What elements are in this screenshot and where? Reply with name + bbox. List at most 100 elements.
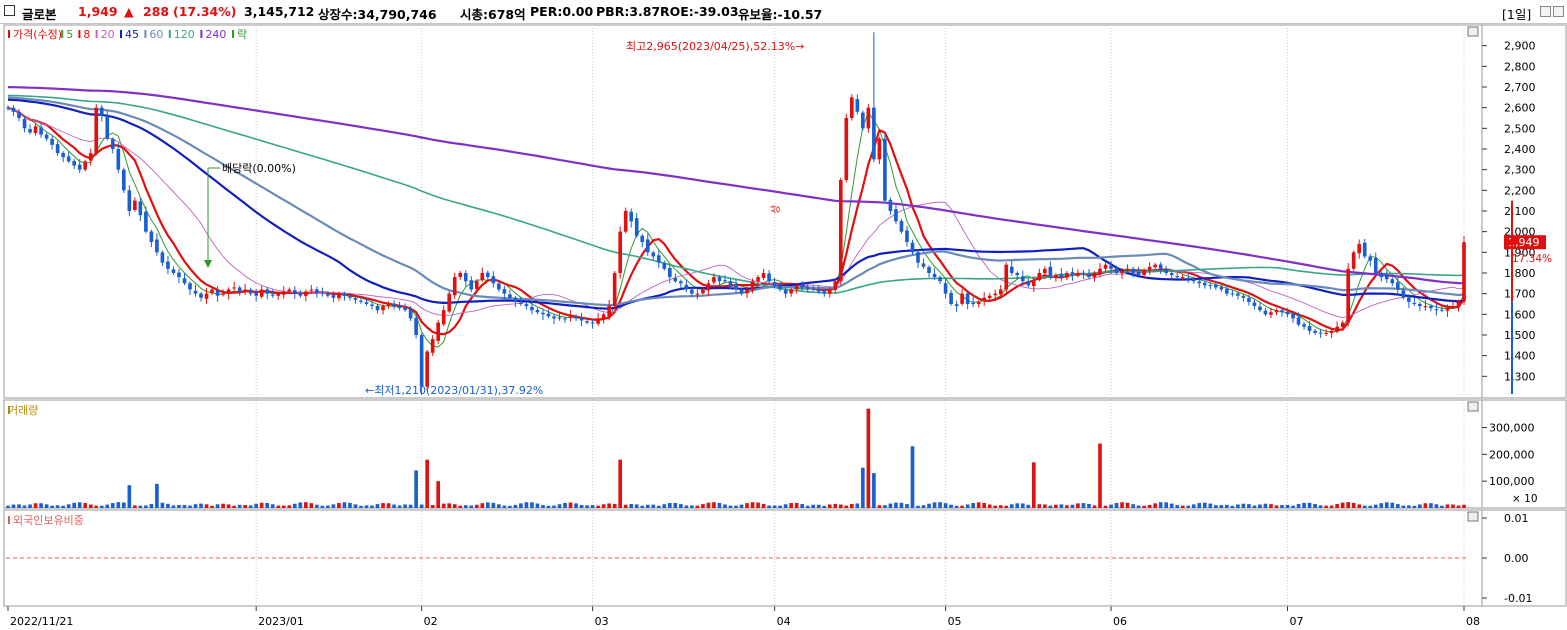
price-tick-label: 2,600 [1504,102,1536,115]
volume-bar [1087,503,1091,508]
volume-bar [794,502,799,508]
candle-body [1401,290,1406,298]
volume-bar [579,505,584,508]
volume-bar [1125,502,1130,508]
x-tick-label: 07 [1290,615,1304,628]
ma60-line [7,96,1465,307]
legend-entry: 8 [83,28,90,41]
volume-bar [430,505,435,508]
volume-bar [1202,502,1207,508]
volume-bar [563,502,567,508]
candle-body [833,281,838,290]
volume-bar [436,481,441,508]
legend-swatch [120,30,122,38]
candle-body [375,305,380,311]
candle-body [1423,306,1428,308]
candle-body [1379,272,1384,278]
volume-bar [39,503,43,508]
volume-bar [667,503,672,508]
volume-bar [1329,505,1334,508]
candle-body [1451,306,1455,308]
candle-body [519,302,523,304]
candle-body [524,304,529,307]
pbr-value: PBR:3.87 [596,4,661,19]
panel-checkbox[interactable] [4,5,15,16]
candle-body [188,283,192,290]
candle-body [596,318,600,324]
volume-bar [1043,504,1047,508]
price-tick-label: 1,700 [1504,288,1536,301]
candle-body [987,295,992,299]
close-icon[interactable] [1553,6,1564,17]
volume-bar [1186,505,1191,508]
volume-bar [651,504,656,508]
volume-bar [640,505,645,508]
volume-bar [861,467,865,508]
volume-bar [679,504,683,508]
volume-bar [33,503,38,508]
candle-body [998,289,1003,295]
volume-bar [375,504,380,508]
candle-body [381,306,385,311]
volume-panel-maximize-icon[interactable] [1467,401,1479,412]
volume-bar [1037,504,1042,508]
candle-body [1351,252,1356,269]
volume-bar [110,503,115,508]
candle-body [800,284,805,288]
candle-body [1407,297,1411,302]
candle-body [364,302,369,304]
ex-dividend-arrow-head [204,260,212,268]
volume-bar [397,505,402,508]
candle-body [552,316,556,319]
chart-svg[interactable]: 거래량 외국인보유비중 1,300 1,400 1,500 1,600 1,700 1,8… [0,24,1567,630]
candle-body [474,281,479,289]
volume-bar [94,505,99,508]
volume-bar [662,504,667,508]
candle-body [497,283,501,290]
volume-bar [905,504,909,508]
period-selector[interactable]: [1일] [1502,4,1531,23]
candle-body [1225,288,1229,294]
volume-bar [894,502,898,508]
volume-bar [1318,505,1323,508]
volume-bar [1379,503,1384,508]
price-panel-maximize-icon[interactable] [1467,26,1479,37]
candle-body [1390,279,1395,284]
price-tick-label: 2,800 [1504,60,1536,73]
candle-body [309,289,314,291]
candle-body [1302,324,1306,327]
candle-body [767,273,771,282]
candle-body [971,302,975,304]
candle-body [1136,271,1141,276]
volume-bar [1407,505,1411,508]
minimize-icon[interactable] [1540,6,1551,17]
current-price: 1,949 [78,4,118,19]
candle-body [193,290,198,294]
candle-body [259,289,264,297]
candle-body [844,117,849,180]
price-tick-label: 2,200 [1504,184,1536,197]
candle-body [1098,268,1102,275]
volume-bar [1026,504,1031,508]
candle-body [811,288,816,290]
candle-body [772,282,777,286]
candle-body [204,293,209,299]
legend-swatch [168,30,171,38]
candle-body [66,156,71,162]
price-tick-label: 2,900 [1504,40,1536,53]
candle-body [1197,281,1202,284]
volume-unit-label: × 10 [1512,493,1538,505]
legend-swatch [8,30,10,38]
ma5-line [7,107,1465,348]
candle-body [508,294,512,298]
candle-body [568,316,573,318]
volume-bar [728,505,733,508]
candle-body [1313,330,1317,333]
foreign-panel-maximize-icon[interactable] [1467,511,1479,522]
volume-bar [342,502,347,508]
volume-bar [171,505,176,508]
volume-bar [370,505,374,508]
candle-body [910,242,915,253]
volume-bar [778,505,782,508]
candle-body [1020,276,1025,282]
